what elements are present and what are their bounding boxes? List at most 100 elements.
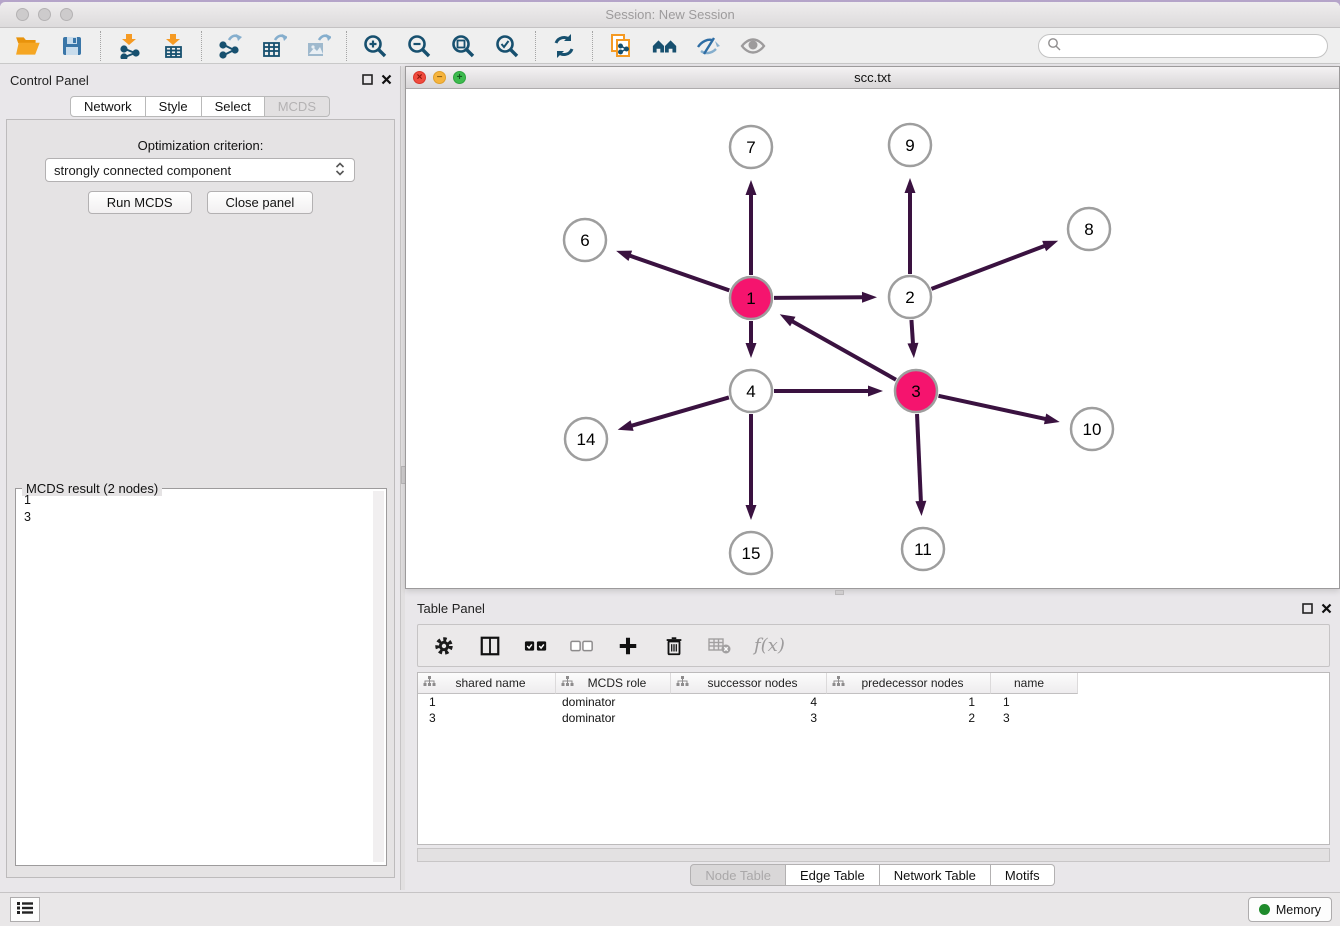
tab-style[interactable]: Style <box>146 96 202 117</box>
open-session-icon[interactable] <box>14 32 42 60</box>
graph-edge-3-10[interactable] <box>938 396 1047 419</box>
delete-row-icon[interactable] <box>662 634 686 658</box>
zoom-fit-icon[interactable] <box>449 32 477 60</box>
export-image-icon[interactable] <box>304 32 332 60</box>
node-table[interactable]: shared name MCDS role successor nodes pr… <box>417 672 1330 845</box>
table-toolbar: f(x) <box>417 624 1330 667</box>
column-header-name[interactable]: name <box>991 673 1078 694</box>
tab-motifs[interactable]: Motifs <box>991 864 1055 886</box>
control-panel-title: Control Panel <box>10 73 89 88</box>
float-panel-icon[interactable] <box>1302 602 1313 617</box>
column-header-successor-nodes[interactable]: successor nodes <box>671 673 827 694</box>
table-horizontal-scrollbar[interactable] <box>417 848 1330 862</box>
hide-selected-icon[interactable] <box>695 32 723 60</box>
graph-edge-arrowhead <box>746 505 757 520</box>
mcds-result-list[interactable]: 1 3 <box>16 492 386 864</box>
graph-edge-1-2[interactable] <box>774 297 864 298</box>
network-window-title: scc.txt <box>406 67 1339 88</box>
tab-network-table[interactable]: Network Table <box>880 864 991 886</box>
graph-edge-2-8[interactable] <box>932 245 1046 288</box>
graph-node-label: 10 <box>1083 420 1102 439</box>
window-controls <box>16 8 73 21</box>
graph-edge-arrowhead <box>862 292 877 303</box>
table-row[interactable]: 3 dominator 3 2 3 <box>418 710 1329 726</box>
run-mcds-button[interactable]: Run MCDS <box>88 191 192 214</box>
graph-node-label: 7 <box>746 138 755 157</box>
graph-node-label: 9 <box>905 136 914 155</box>
table-tabs: Node Table Edge Table Network Table Moti… <box>405 864 1340 886</box>
close-window-button[interactable] <box>16 8 29 21</box>
network-canvas[interactable]: 7968124314101511 <box>406 89 1339 588</box>
column-type-icon <box>676 676 689 691</box>
table-header-row: shared name MCDS role successor nodes pr… <box>418 673 1329 694</box>
float-panel-icon[interactable] <box>362 73 373 88</box>
graph-edge-arrowhead <box>1042 241 1058 251</box>
network-graph[interactable]: 7968124314101511 <box>406 89 1339 588</box>
network-window-titlebar[interactable]: × − + scc.txt <box>406 67 1339 89</box>
graph-node-label: 8 <box>1084 220 1093 239</box>
list-icon <box>16 900 34 919</box>
export-network-icon[interactable] <box>216 32 244 60</box>
column-type-icon <box>561 676 574 691</box>
import-network-icon[interactable] <box>115 32 143 60</box>
graph-node-label: 3 <box>911 382 920 401</box>
tab-node-table[interactable]: Node Table <box>690 864 786 886</box>
chevron-up-down-icon <box>334 162 346 179</box>
graph-edge-arrowhead <box>1044 413 1060 424</box>
show-column-panel-icon[interactable] <box>478 634 502 658</box>
graph-edge-1-6[interactable] <box>628 255 729 290</box>
close-panel-button[interactable]: Close panel <box>207 191 314 214</box>
column-header-shared-name[interactable]: shared name <box>418 673 556 694</box>
maximize-network-button[interactable]: + <box>453 71 466 84</box>
close-panel-icon[interactable] <box>1321 602 1332 617</box>
tab-mcds[interactable]: MCDS <box>265 96 330 117</box>
tab-select[interactable]: Select <box>202 96 265 117</box>
show-log-button[interactable] <box>10 897 40 922</box>
column-header-predecessor-nodes[interactable]: predecessor nodes <box>827 673 991 694</box>
memory-button[interactable]: Memory <box>1248 897 1332 922</box>
graph-edge-3-11[interactable] <box>917 414 921 503</box>
graph-edge-4-14[interactable] <box>630 397 729 426</box>
graph-edge-3-1[interactable] <box>791 321 896 380</box>
deselect-all-columns-icon[interactable] <box>570 634 594 658</box>
delete-table-icon <box>708 634 732 658</box>
tab-network[interactable]: Network <box>70 96 146 117</box>
close-network-button[interactable]: × <box>413 71 426 84</box>
zoom-in-icon[interactable] <box>361 32 389 60</box>
select-all-columns-icon[interactable] <box>524 634 548 658</box>
memory-label: Memory <box>1276 903 1321 917</box>
graph-edge-2-3[interactable] <box>911 320 913 345</box>
minimize-window-button[interactable] <box>38 8 51 21</box>
clone-network-icon[interactable] <box>607 32 635 60</box>
result-item[interactable]: 1 <box>16 492 386 509</box>
result-scrollbar[interactable] <box>373 491 384 862</box>
control-panel-tabs: Network Style Select MCDS <box>0 96 400 117</box>
tab-edge-table[interactable]: Edge Table <box>786 864 880 886</box>
graph-edge-arrowhead <box>905 178 916 193</box>
graph-edge-arrowhead <box>915 501 926 516</box>
save-session-icon[interactable] <box>58 32 86 60</box>
show-hidden-icon[interactable] <box>739 32 767 60</box>
graph-edge-arrowhead <box>780 314 796 326</box>
table-row[interactable]: 1 dominator 4 1 1 <box>418 694 1329 710</box>
graph-node-label: 1 <box>746 289 755 308</box>
memory-status-icon <box>1259 904 1270 915</box>
criterion-dropdown[interactable]: strongly connected component <box>45 158 355 182</box>
zoom-selected-icon[interactable] <box>493 32 521 60</box>
add-row-icon[interactable] <box>616 634 640 658</box>
graph-node-label: 2 <box>905 288 914 307</box>
column-type-icon <box>423 676 436 691</box>
minimize-network-button[interactable]: − <box>433 71 446 84</box>
export-table-icon[interactable] <box>260 32 288 60</box>
column-header-mcds-role[interactable]: MCDS role <box>556 673 671 694</box>
close-panel-icon[interactable] <box>381 73 392 88</box>
refresh-layout-icon[interactable] <box>550 32 578 60</box>
search-input[interactable] <box>1038 34 1328 58</box>
graph-edge-arrowhead <box>618 420 634 431</box>
result-item[interactable]: 3 <box>16 509 386 526</box>
maximize-window-button[interactable] <box>60 8 73 21</box>
zoom-out-icon[interactable] <box>405 32 433 60</box>
import-table-icon[interactable] <box>159 32 187 60</box>
table-options-icon[interactable] <box>432 634 456 658</box>
first-neighbors-icon[interactable] <box>651 32 679 60</box>
